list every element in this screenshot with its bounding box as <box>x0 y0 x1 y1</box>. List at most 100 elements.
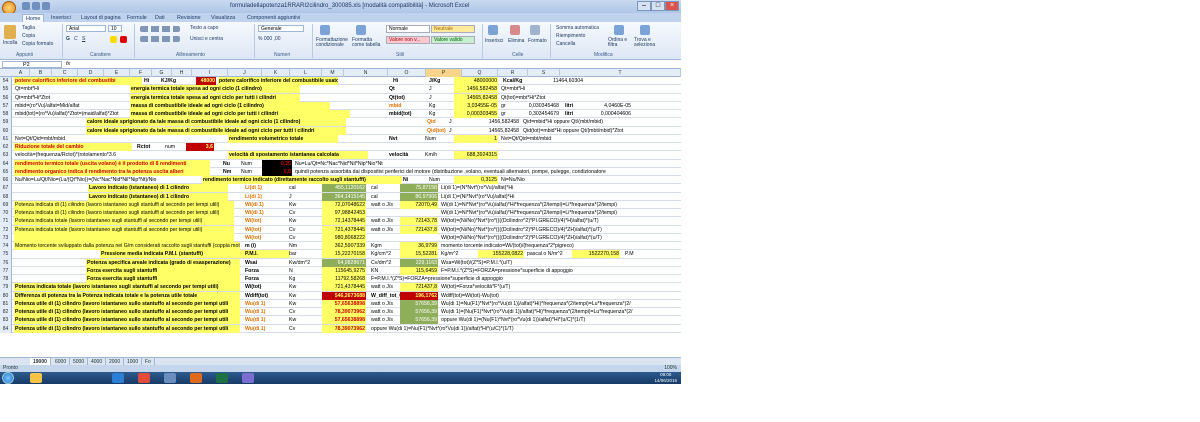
find-select-button[interactable]: Trova e seleziona <box>634 38 660 48</box>
tab-insert[interactable]: Inserisci <box>48 14 74 22</box>
cell[interactable]: Wi(tot) <box>244 234 274 242</box>
cell[interactable]: 72,07048622 <box>322 200 366 209</box>
delete-cells-icon[interactable] <box>510 25 520 35</box>
cell[interactable]: 0,030345468 <box>520 102 560 110</box>
row-header[interactable]: 70 <box>0 209 12 218</box>
cell[interactable]: 455,1120162 <box>322 184 366 193</box>
wrap-text-button[interactable]: Testo a capo <box>190 25 218 31</box>
cell[interactable]: Momento torcente sviluppato dalla potenz… <box>14 242 240 250</box>
cell[interactable]: Kw <box>288 316 312 324</box>
cell[interactable]: Wi(tot) <box>244 217 274 225</box>
cell[interactable]: Kcal/Kg <box>502 77 532 85</box>
cell[interactable]: P.M <box>624 250 681 258</box>
cell[interactable]: Wi(tot)=Forza*velocità*F*(u/T) <box>440 283 590 291</box>
cell[interactable]: 72,14378445 <box>322 217 366 226</box>
cell[interactable]: Kw <box>288 201 312 209</box>
column-header[interactable]: F <box>130 69 152 77</box>
format-painter-button[interactable]: Copia formato <box>22 41 53 47</box>
row-header[interactable]: 63 <box>0 151 12 160</box>
cell[interactable]: 0,000303455 <box>454 110 498 118</box>
cell[interactable]: bar <box>288 250 312 258</box>
column-header[interactable]: A <box>12 69 30 77</box>
cell[interactable]: 1522270,158 <box>572 250 620 259</box>
cell[interactable]: Li(di 1) <box>244 184 274 192</box>
cell[interactable]: 4,0460E-05 <box>596 102 632 110</box>
name-box[interactable]: P2 <box>2 61 62 68</box>
cell[interactable]: m (i) <box>244 242 274 250</box>
cell[interactable]: J <box>428 94 446 102</box>
cell[interactable]: Lavoro indicato (istantaneo) di 1 cilind… <box>88 184 228 193</box>
cell[interactable]: 0,8 <box>262 167 292 176</box>
cell[interactable]: F=P.M.I.*(Z*S)=FORZA=pressione*superfici… <box>370 275 570 283</box>
row-header[interactable]: 77 <box>0 266 12 275</box>
cell[interactable]: oppure Wu(di 1)=(Nu(F1)*Nvt*(ro*Vu(di 1)… <box>440 316 681 324</box>
cell[interactable]: mbid(tot) <box>388 110 424 118</box>
row-header[interactable]: 74 <box>0 242 12 251</box>
cell[interactable]: Forza <box>244 275 274 283</box>
cell[interactable]: Nu/Nio=Lu/Qt/Nio=(Lu/(Qt*Nio))=(Nc*Nac*N… <box>14 176 200 184</box>
delete-cells-button[interactable]: Elimina <box>508 38 524 44</box>
italic-button[interactable]: C <box>74 36 78 42</box>
cell[interactable]: 57656,39 <box>400 308 438 316</box>
cell[interactable]: velocità=(frequenza/Rctot)*(rotolamento*… <box>14 151 144 159</box>
row-header[interactable]: 58 <box>0 110 12 119</box>
cell[interactable]: 78,39073962 <box>322 308 366 316</box>
cell[interactable]: rendimento termico indicato (direttament… <box>202 176 402 184</box>
cell[interactable]: litri <box>564 110 584 118</box>
clear-button[interactable]: Cancella <box>556 41 575 47</box>
merge-center-button[interactable]: Unisci e centra <box>190 36 223 42</box>
cell[interactable]: Kg <box>288 275 312 283</box>
row-header[interactable]: 66 <box>0 176 12 185</box>
ie-icon[interactable] <box>112 373 124 383</box>
bold-button[interactable]: G <box>66 36 70 42</box>
cell[interactable]: oppure Wu(di 1)=Nu(F1)*Nvt*(ro*Vu(di 1))… <box>370 325 610 333</box>
cell[interactable]: Cv <box>288 308 312 316</box>
insert-cells-button[interactable]: Inserisci <box>485 38 503 44</box>
cell[interactable]: 86,97966 <box>400 192 438 201</box>
cell[interactable]: Rctot <box>136 143 160 151</box>
cell[interactable]: calore ideale sprigionato da tale massa … <box>86 118 346 127</box>
column-header[interactable]: Q <box>462 69 498 77</box>
cell[interactable]: 721,4378445 <box>322 283 366 292</box>
cell[interactable]: 364,1415145 <box>322 192 366 201</box>
cell[interactable]: 72070,49 <box>400 200 438 209</box>
format-table-button[interactable]: Formatta come tabella <box>352 38 382 48</box>
cell[interactable]: 57656,39 <box>400 299 438 308</box>
cell[interactable]: 1456,582458 <box>454 85 498 94</box>
row-header[interactable]: 73 <box>0 233 12 242</box>
format-cells-icon[interactable] <box>530 25 540 35</box>
cell[interactable]: Kw <box>288 217 312 225</box>
cell[interactable]: Qt=mbt*Hi <box>500 85 570 93</box>
cell[interactable]: Potenza indicata di (1) cilindro (lavoro… <box>14 200 234 209</box>
cell[interactable]: Nvt=Qt/Qid=mbt/mbid <box>14 135 74 143</box>
cell[interactable]: velocità di spostamento istantanea calco… <box>228 151 368 160</box>
tab-page-layout[interactable]: Layout di pagina <box>78 14 124 22</box>
cell[interactable]: Potenza utile di (1) cilindro (lavoro is… <box>14 324 240 333</box>
cell[interactable]: Wsai <box>244 259 274 267</box>
cell[interactable]: Lavoro indicato (istantaneo) di 1 cilind… <box>88 192 228 201</box>
font-color-icon[interactable] <box>120 36 127 43</box>
row-header[interactable]: 71 <box>0 217 12 226</box>
cell[interactable]: Differenza di potenza tra la Potenza ind… <box>14 291 240 300</box>
column-header[interactable]: J <box>228 69 262 77</box>
cell[interactable]: massa di combustibile ideale ad ogni cic… <box>130 110 350 118</box>
cell[interactable]: Wi(di 1) <box>244 209 274 217</box>
cell[interactable]: Qid=mbid*Hi oppure Qt/(mbt/mbid) <box>522 118 652 126</box>
cell[interactable]: Wu(di 1) <box>244 316 274 324</box>
style-normal[interactable]: Normale <box>386 25 430 33</box>
cell[interactable]: Cv <box>288 209 312 217</box>
cell[interactable]: Riduzione totale del cambio <box>14 143 132 151</box>
cell[interactable]: Km/h <box>424 151 444 159</box>
cell[interactable]: quindi potenza assorbita dai dispositivi… <box>294 168 666 176</box>
paste-icon[interactable] <box>4 25 16 39</box>
cell[interactable]: 3,6 <box>186 143 214 151</box>
cell[interactable]: Nm <box>222 168 240 176</box>
cell[interactable]: J <box>448 127 462 135</box>
save-icon[interactable] <box>22 2 30 10</box>
cell[interactable]: massa di combustibile ideale ad ogni cic… <box>130 101 330 110</box>
cell[interactable]: watt o J/s <box>370 217 400 225</box>
cell[interactable]: 546,2673688 <box>322 291 366 300</box>
cell[interactable]: 75,87158 <box>400 184 438 193</box>
cut-button[interactable]: Taglia <box>22 25 35 31</box>
explorer-icon[interactable] <box>30 373 42 383</box>
